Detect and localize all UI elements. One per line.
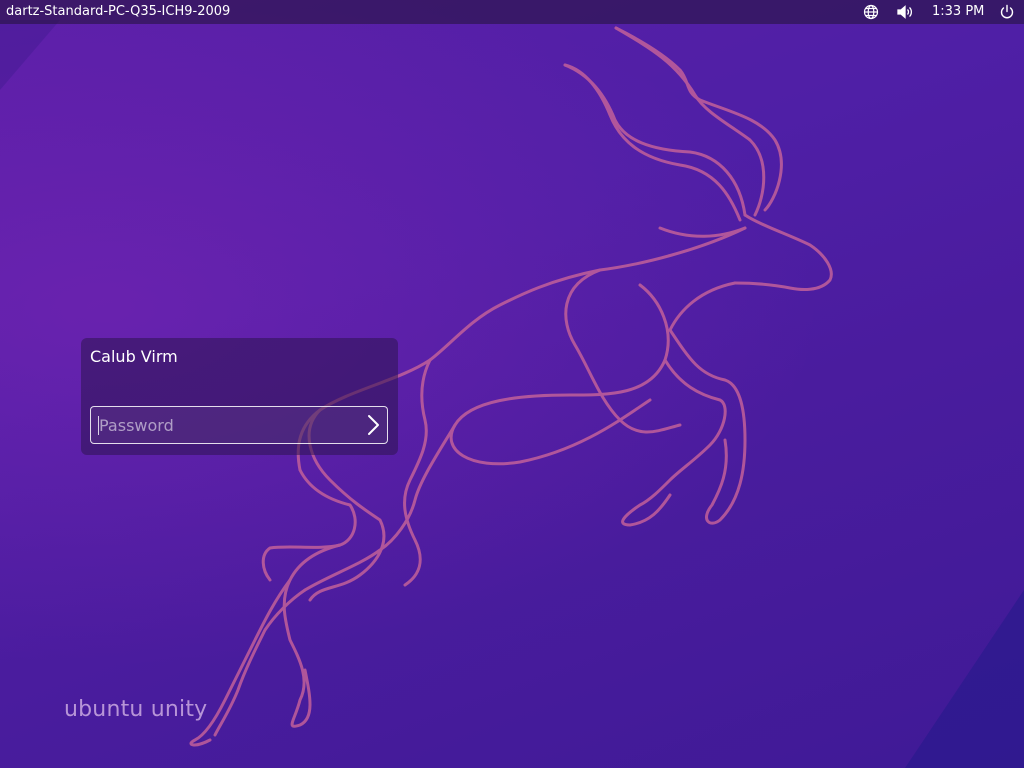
clock-label[interactable]: 1:33 PM [932, 0, 984, 24]
user-name-label[interactable]: Calub Virm [90, 347, 178, 366]
network-globe-icon[interactable] [862, 3, 880, 21]
password-field[interactable] [90, 406, 388, 444]
login-screen: dartz-Standard-PC-Q35-ICH9-2009 1:33 PM [0, 0, 1024, 768]
volume-icon[interactable] [896, 3, 914, 21]
top-panel: dartz-Standard-PC-Q35-ICH9-2009 1:33 PM [0, 0, 1024, 24]
power-icon[interactable] [998, 3, 1016, 21]
login-box: Calub Virm [81, 338, 398, 455]
chevron-right-icon[interactable] [361, 413, 385, 437]
password-input[interactable] [99, 407, 349, 443]
text-caret [98, 416, 99, 435]
ubuntu-unity-branding: ubuntu unity [64, 697, 208, 722]
hostname-label: dartz-Standard-PC-Q35-ICH9-2009 [6, 4, 231, 19]
